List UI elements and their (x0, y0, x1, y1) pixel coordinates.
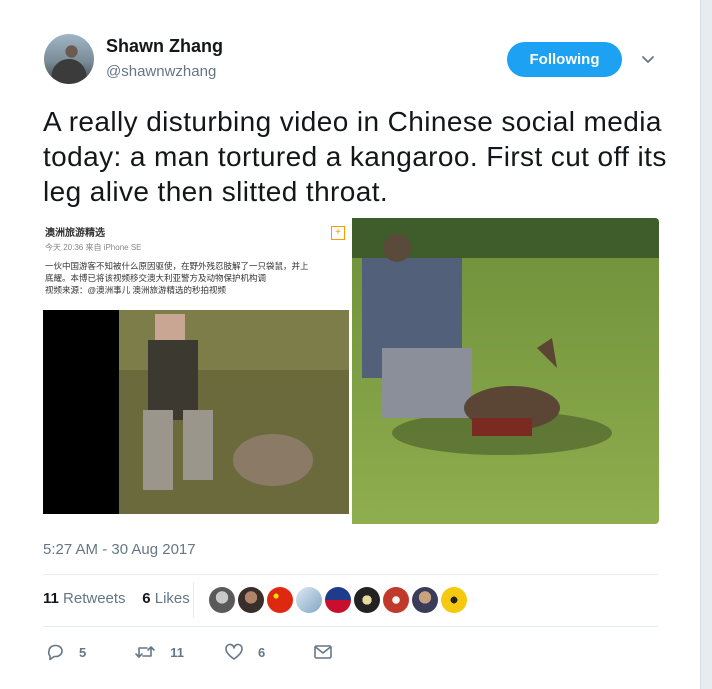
divider (43, 574, 658, 575)
tweet-media[interactable]: 澳洲旅游精选 + 今天 20:36 来自 iPhone SE 一伙中国游客不知被… (43, 218, 659, 524)
reply-icon (47, 644, 63, 661)
chevron-down-icon[interactable] (640, 52, 656, 68)
reply-count: 5 (79, 644, 87, 660)
envelope-icon (314, 645, 333, 659)
embedded-post-meta: 今天 20:36 来自 iPhone SE (45, 243, 142, 252)
liker-avatar[interactable] (383, 587, 409, 613)
stats-divider (193, 582, 194, 618)
liker-avatar[interactable] (412, 587, 438, 613)
liker-avatar[interactable] (354, 587, 380, 613)
direct-message-button[interactable] (313, 642, 333, 662)
tweet-text: A really disturbing video in Chinese soc… (43, 106, 667, 207)
liker-avatar[interactable] (267, 587, 293, 613)
video-scene-image (43, 310, 349, 514)
plus-icon: + (331, 226, 345, 240)
video-still-image (352, 218, 659, 524)
retweets-count: 11 (43, 590, 59, 607)
divider (43, 626, 658, 627)
tweet-card: Shawn Zhang @shawnwzhang Following A rea… (0, 0, 701, 689)
likes-label: Likes (154, 590, 190, 607)
media-image-video-still[interactable] (352, 218, 659, 524)
retweet-button[interactable]: 11 (134, 642, 184, 662)
user-name[interactable]: Shawn Zhang (106, 36, 223, 57)
heart-icon (225, 643, 243, 660)
embedded-account-name: 澳洲旅游精选 (45, 228, 105, 239)
likes-stat[interactable]: 6 Likes (142, 590, 190, 607)
following-button[interactable]: Following (507, 42, 622, 77)
liker-avatar[interactable] (325, 587, 351, 613)
video-frame (43, 310, 349, 514)
like-count: 6 (257, 644, 266, 660)
reply-button[interactable]: 5 (45, 642, 86, 662)
embedded-post-line: 视频来源：@澳洲事儿 澳洲旅游精选的秒拍视频 (45, 285, 226, 295)
likes-count: 6 (142, 590, 151, 607)
liker-avatar[interactable] (238, 587, 264, 613)
tweet-actions: 5 11 6 (45, 642, 333, 662)
retweet-icon (135, 646, 156, 658)
liker-avatar[interactable] (296, 587, 322, 613)
media-image-weibo-screenshot[interactable]: 澳洲旅游精选 + 今天 20:36 来自 iPhone SE 一伙中国游客不知被… (43, 218, 349, 524)
liker-avatars (209, 587, 467, 613)
retweets-label: Retweets (63, 590, 126, 607)
liker-avatar[interactable] (209, 587, 235, 613)
like-button[interactable]: 6 (224, 642, 265, 662)
embedded-post-line: 一伙中国游客不知被什么原因驱使，在野外残忍肢解了一只袋鼠，并上 (45, 261, 309, 271)
user-handle[interactable]: @shawnwzhang (106, 63, 216, 80)
embedded-post-line: 底耀。本博已将该视频移交澳大利亚警方及动物保护机构调 (45, 273, 267, 283)
liker-avatar[interactable] (441, 587, 467, 613)
engagement-stats: 11 Retweets 6 Likes (43, 590, 190, 607)
avatar[interactable] (44, 34, 94, 84)
embedded-post-body: 一伙中国游客不知被什么原因驱使，在野外残忍肢解了一只袋鼠，并上 底耀。本博已将该… (45, 260, 345, 296)
tweet-timestamp[interactable]: 5:27 AM - 30 Aug 2017 (43, 541, 196, 558)
retweet-count: 11 (170, 644, 184, 660)
retweets-stat[interactable]: 11 Retweets (43, 590, 126, 607)
